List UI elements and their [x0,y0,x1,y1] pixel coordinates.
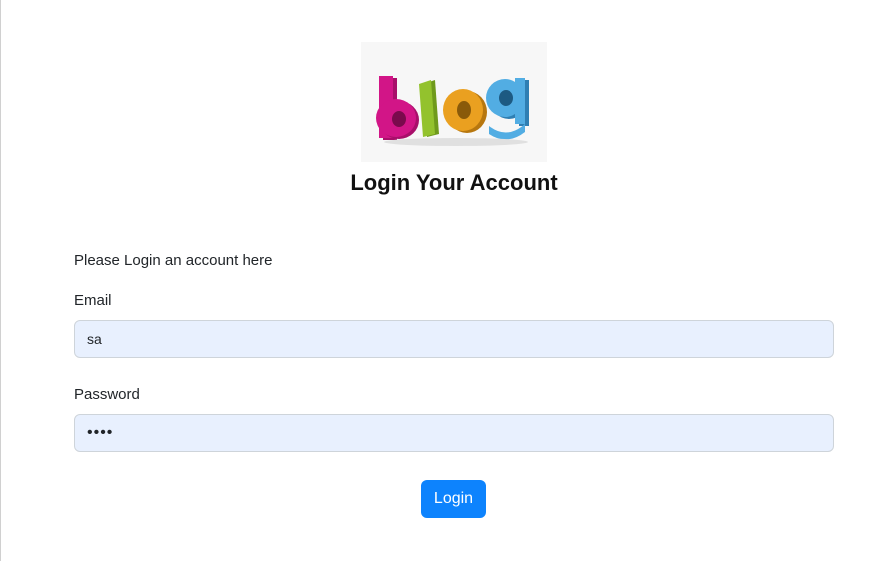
page-title: Login Your Account [350,170,558,195]
blog-logo-image [376,76,529,146]
password-label: Password [74,386,140,403]
login-button[interactable]: Login [421,480,486,518]
logo-letter-g [486,78,529,140]
blog-logo [361,42,547,162]
password-field[interactable] [74,414,834,452]
login-page: Login Your Account Please Login an accou… [0,0,882,561]
logo-letter-o [443,89,487,133]
logo-letter-b [376,76,419,140]
email-field[interactable] [74,320,834,358]
email-label: Email [74,292,112,309]
logo-letter-l [419,80,439,137]
form-intro-text: Please Login an account here [74,252,273,269]
